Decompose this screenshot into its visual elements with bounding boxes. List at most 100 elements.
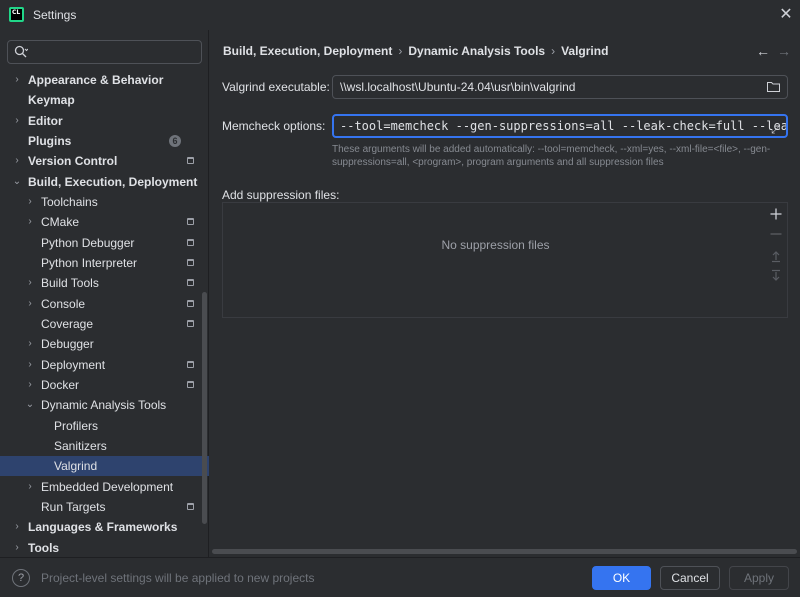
tree-item[interactable]: › Version Control xyxy=(0,151,209,171)
chevron-down-icon[interactable]: ⌄ xyxy=(12,172,22,192)
valgrind-executable-value: \\wsl.localhost\Ubuntu-24.04\usr\bin\val… xyxy=(340,80,576,94)
project-level-icon xyxy=(187,361,194,368)
settings-content: Build, Execution, Deployment › Dynamic Ana… xyxy=(210,30,800,557)
chevron-right-icon[interactable]: › xyxy=(12,70,22,90)
tree-item-label: Debugger xyxy=(41,337,94,351)
chevron-right-icon[interactable]: › xyxy=(25,294,35,314)
tree-item[interactable]: › Editor xyxy=(0,111,209,131)
valgrind-executable-field[interactable]: \\wsl.localhost\Ubuntu-24.04\usr\bin\val… xyxy=(332,75,788,99)
ok-button[interactable]: OK xyxy=(592,566,651,590)
chevron-right-icon[interactable]: › xyxy=(12,517,22,537)
tree-item[interactable]: ⌄ Dynamic Analysis Tools xyxy=(0,395,209,415)
chevron-down-icon[interactable]: ⌄ xyxy=(25,395,35,415)
chevron-right-icon[interactable]: › xyxy=(12,111,22,131)
memcheck-options-field[interactable]: --tool=memcheck --gen-suppressions=all -… xyxy=(332,114,788,138)
back-arrow-icon[interactable]: ← xyxy=(756,43,770,59)
logo-text: CL xyxy=(11,9,22,20)
tree-item-label: Build Tools xyxy=(41,276,99,290)
project-level-icon xyxy=(187,239,194,246)
tree-item[interactable]: › Docker xyxy=(0,375,209,395)
project-level-icon xyxy=(187,381,194,388)
cancel-button[interactable]: Cancel xyxy=(660,566,720,590)
chevron-right-icon[interactable]: › xyxy=(12,538,22,558)
tree-item-label: Coverage xyxy=(41,317,94,331)
tree-item[interactable]: Keymap xyxy=(0,90,209,110)
chevron-right-icon[interactable]: › xyxy=(25,212,35,232)
tree-item[interactable]: › CMake xyxy=(0,212,209,232)
apply-button[interactable]: Apply xyxy=(729,566,789,590)
footer-note: Project-level settings will be applied t… xyxy=(41,571,315,585)
tree-item-label: Toolchains xyxy=(41,195,98,209)
search-icon xyxy=(14,45,28,58)
tree-item[interactable]: Python Debugger xyxy=(0,233,209,253)
settings-sidebar: › Appearance & Behavior Keymap › Editor Plugi… xyxy=(0,30,209,557)
memcheck-options-value: --tool=memcheck --gen-suppressions=all -… xyxy=(340,119,788,133)
tree-item[interactable]: › Embedded Development xyxy=(0,477,209,497)
chevron-right-icon[interactable]: › xyxy=(25,334,35,354)
folder-icon[interactable] xyxy=(767,81,780,92)
remove-icon[interactable] xyxy=(769,227,783,241)
chevron-right-icon[interactable]: › xyxy=(25,375,35,395)
breadcrumb-item[interactable]: Dynamic Analysis Tools xyxy=(408,44,545,58)
expand-icon[interactable]: ⤢ xyxy=(771,120,780,136)
tree-item-label: Build, Execution, Deployment xyxy=(28,175,198,189)
breadcrumb-separator: › xyxy=(551,44,556,58)
tree-item[interactable]: › Deployment xyxy=(0,355,209,375)
tree-item[interactable]: Profilers xyxy=(0,416,209,436)
breadcrumb-separator: › xyxy=(398,44,403,58)
chevron-right-icon[interactable]: › xyxy=(25,355,35,375)
breadcrumb: Build, Execution, Deployment › Dynamic Ana… xyxy=(223,44,608,58)
tree-item[interactable]: Sanitizers xyxy=(0,436,209,456)
tree-item[interactable]: Plugins 6 xyxy=(0,131,209,151)
project-level-icon xyxy=(187,279,194,286)
project-level-icon xyxy=(187,300,194,307)
project-level-icon xyxy=(187,157,194,164)
breadcrumb-item-current: Valgrind xyxy=(561,44,609,58)
tree-item[interactable]: Run Targets xyxy=(0,497,209,517)
tree-item-label: Python Interpreter xyxy=(41,256,138,270)
tree-item-label: Appearance & Behavior xyxy=(28,73,164,87)
sidebar-scrollbar[interactable] xyxy=(202,292,207,524)
chevron-right-icon[interactable]: › xyxy=(25,192,35,212)
tree-item[interactable]: › Console xyxy=(0,294,209,314)
tree-item-label: Dynamic Analysis Tools xyxy=(41,398,167,412)
tree-item[interactable]: › Debugger xyxy=(0,334,209,354)
tree-item-label: Docker xyxy=(41,378,80,392)
tree-item-label: Valgrind xyxy=(54,459,98,473)
search-input[interactable] xyxy=(7,40,202,64)
chevron-right-icon[interactable]: › xyxy=(25,273,35,293)
tree-item-label: Console xyxy=(41,297,86,311)
tree-item[interactable]: Python Interpreter xyxy=(0,253,209,273)
tree-item[interactable]: › Appearance & Behavior xyxy=(0,70,209,90)
updates-badge: 6 xyxy=(169,135,181,147)
tree-item[interactable]: Coverage xyxy=(0,314,209,334)
help-icon[interactable]: ? xyxy=(12,569,30,587)
title-bar: CL Settings ✕ xyxy=(0,0,800,30)
memcheck-hint: These arguments will be added automatica… xyxy=(332,144,771,168)
move-up-icon[interactable] xyxy=(769,249,783,263)
add-icon[interactable] xyxy=(769,207,783,221)
tree-item-label: Deployment xyxy=(41,358,106,372)
window-title: Settings xyxy=(33,8,77,22)
tree-item[interactable]: › Tools xyxy=(0,538,209,558)
tree-item-label: Version Control xyxy=(28,154,118,168)
project-level-icon xyxy=(187,259,194,266)
tree-item-label: Editor xyxy=(28,114,63,128)
move-down-icon[interactable] xyxy=(769,269,783,283)
chevron-right-icon[interactable]: › xyxy=(12,151,22,171)
tree-item-label: Sanitizers xyxy=(54,439,107,453)
tree-item[interactable]: › Languages & Frameworks xyxy=(0,517,209,537)
tree-item[interactable]: ⌄ Build, Execution, Deployment xyxy=(0,172,209,192)
chevron-right-icon[interactable]: › xyxy=(25,477,35,497)
breadcrumb-item[interactable]: Build, Execution, Deployment xyxy=(223,44,392,58)
tree-item[interactable]: › Build Tools xyxy=(0,273,209,293)
tree-item[interactable]: Valgrind xyxy=(0,456,209,476)
valgrind-executable-label: Valgrind executable: xyxy=(222,80,330,94)
content-horizontal-scrollbar[interactable] xyxy=(212,549,797,554)
suppression-files-list[interactable]: No suppression files xyxy=(222,202,788,318)
forward-arrow-icon[interactable]: → xyxy=(777,43,791,59)
tree-item[interactable]: › Toolchains xyxy=(0,192,209,212)
tree-item-label: Plugins xyxy=(28,134,72,148)
tree-item-label: CMake xyxy=(41,215,80,229)
close-icon[interactable]: ✕ xyxy=(776,5,796,25)
